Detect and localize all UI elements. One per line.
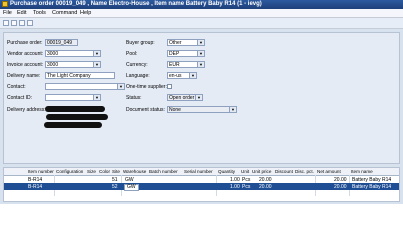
window-title: Purchase order 00019_049 , Name Electro-… xyxy=(10,1,262,7)
col-item-name[interactable]: Item name xyxy=(351,169,373,174)
chevron-down-icon[interactable]: ▼ xyxy=(189,73,196,78)
one-time-supplier-checkbox[interactable] xyxy=(167,84,172,89)
delivery-name-label: Delivery name: xyxy=(7,73,41,79)
pool-value: DEP xyxy=(169,51,180,57)
contact-field[interactable]: ▼ xyxy=(45,83,125,90)
document-status-field[interactable]: None ▼ xyxy=(167,106,237,113)
col-batch-number[interactable]: Batch number xyxy=(149,169,178,174)
save-icon[interactable] xyxy=(11,20,17,26)
language-label: Language: xyxy=(126,73,150,79)
delivery-name-field[interactable]: The Light Company xyxy=(45,72,115,79)
col-site[interactable]: Site xyxy=(112,169,120,174)
col-warehouse[interactable]: Warehouse xyxy=(123,169,146,174)
grid-header: Item number Configuration Size Color Sit… xyxy=(4,168,399,176)
col-unit[interactable]: Unit xyxy=(241,169,249,174)
invoice-account-label: Invoice account: xyxy=(7,62,44,68)
unit-price-cell[interactable]: 20.00 xyxy=(259,184,272,190)
invoice-account-field[interactable]: 3000 ▼ xyxy=(45,61,101,68)
delivery-address-label: Delivery address: xyxy=(7,107,46,113)
menu-help[interactable]: Help xyxy=(80,10,91,16)
vendor-account-value: 3000 xyxy=(47,51,59,57)
purchase-order-field[interactable]: 00019_049 xyxy=(45,39,78,46)
chevron-down-icon[interactable]: ▼ xyxy=(93,95,100,100)
redacted-address-line xyxy=(46,114,108,120)
currency-value: EUR xyxy=(169,62,180,68)
purchase-order-window: Purchase order 00019_049 , Name Electro-… xyxy=(0,0,403,204)
redacted-address-line xyxy=(45,106,105,112)
menu-edit[interactable]: Edit xyxy=(17,10,26,16)
table-row-selected[interactable]: B-R14 52 GW 1.00 Pcs 20.00 20.00 Battery… xyxy=(4,183,399,191)
currency-label: Currency: xyxy=(126,62,148,68)
chevron-down-icon[interactable]: ▼ xyxy=(197,40,204,45)
chevron-down-icon[interactable]: ▼ xyxy=(93,51,100,56)
col-unit-price[interactable]: Unit price xyxy=(252,169,271,174)
status-value: Open order xyxy=(169,95,195,101)
net-amount-cell[interactable]: 20.00 xyxy=(334,184,347,190)
status-field[interactable]: Open order ▼ xyxy=(167,94,203,101)
quantity-cell[interactable]: 1.00 xyxy=(230,184,240,190)
header-form: Purchase order: 00019_049 Vendor account… xyxy=(3,32,400,164)
unit-cell[interactable]: Pcs xyxy=(242,184,250,190)
contact-id-field[interactable]: ▼ xyxy=(45,94,101,101)
pool-field[interactable]: DEP ▼ xyxy=(167,50,205,57)
invoice-account-value: 3000 xyxy=(47,62,59,68)
chevron-down-icon[interactable]: ▼ xyxy=(197,51,204,56)
col-quantity[interactable]: Quantity xyxy=(218,169,235,174)
app-icon xyxy=(2,1,8,7)
pool-label: Pool: xyxy=(126,51,138,57)
col-serial-number[interactable]: Serial number xyxy=(184,169,213,174)
currency-field[interactable]: EUR ▼ xyxy=(167,61,205,68)
col-size[interactable]: Size xyxy=(87,169,96,174)
chevron-down-icon[interactable]: ▼ xyxy=(93,62,100,67)
vendor-account-field[interactable]: 3000 ▼ xyxy=(45,50,101,57)
new-icon[interactable] xyxy=(3,20,9,26)
status-label: Status: xyxy=(126,95,142,101)
buyer-group-label: Buyer group: xyxy=(126,40,155,46)
redacted-address-line xyxy=(44,122,102,128)
menu-tools[interactable]: Tools xyxy=(33,10,46,16)
refresh-icon[interactable] xyxy=(27,20,33,26)
menu-command[interactable]: Command xyxy=(52,10,77,16)
col-net-amount[interactable]: Net amount xyxy=(317,169,341,174)
col-discount[interactable]: Discount xyxy=(275,169,293,174)
warehouse-cell-editing[interactable]: GW xyxy=(124,184,139,191)
document-status-label: Document status: xyxy=(126,107,165,113)
col-item-number[interactable]: Item number xyxy=(28,169,54,174)
purchase-order-label: Purchase order: xyxy=(7,40,43,46)
contact-id-label: Contact ID: xyxy=(7,95,33,101)
chevron-down-icon[interactable]: ▼ xyxy=(197,62,204,67)
menu-bar: File Edit Tools Command Help xyxy=(0,9,403,18)
table-row[interactable]: B-R14 51 GW 1.00 Pcs 20.00 20.00 Battery… xyxy=(4,176,399,183)
chevron-down-icon[interactable]: ▼ xyxy=(117,84,124,89)
order-lines-grid: Item number Configuration Size Color Sit… xyxy=(3,167,400,202)
purchase-order-value: 00019_049 xyxy=(47,40,73,46)
menu-file[interactable]: File xyxy=(3,10,12,16)
language-field[interactable]: en-us ▼ xyxy=(167,72,197,79)
item-name-cell[interactable]: Battery Baby R14 xyxy=(352,184,391,190)
vendor-account-label: Vendor account: xyxy=(7,51,44,57)
title-bar: Purchase order 00019_049 , Name Electro-… xyxy=(0,0,403,9)
delivery-name-value: The Light Company xyxy=(47,73,91,79)
col-configuration[interactable]: Configuration xyxy=(56,169,83,174)
toolbar xyxy=(0,18,403,29)
chevron-down-icon[interactable]: ▼ xyxy=(195,95,202,100)
document-status-value: None xyxy=(169,107,181,113)
site-cell[interactable]: 52 xyxy=(112,184,118,190)
buyer-group-value: Other xyxy=(169,40,182,46)
chevron-down-icon[interactable]: ▼ xyxy=(229,107,236,112)
print-icon[interactable] xyxy=(19,20,25,26)
language-value: en-us xyxy=(169,73,182,79)
contact-label: Contact: xyxy=(7,84,26,90)
buyer-group-field[interactable]: Other ▼ xyxy=(167,39,205,46)
col-color[interactable]: Color xyxy=(99,169,110,174)
col-disc-pct[interactable]: Disc. pct. xyxy=(295,169,314,174)
item-number-cell[interactable]: B-R14 xyxy=(28,184,42,190)
one-time-supplier-label: One-time supplier: xyxy=(126,84,167,90)
